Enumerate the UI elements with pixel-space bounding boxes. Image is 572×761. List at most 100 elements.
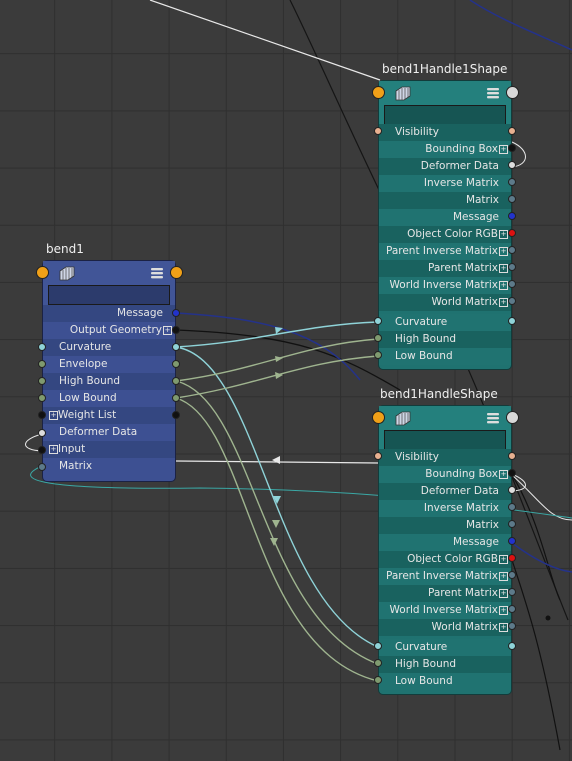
attr-curvature[interactable]: Curvature <box>43 339 175 356</box>
plug-worldmatrix-out[interactable] <box>508 622 516 630</box>
plug-input-in[interactable] <box>38 446 46 454</box>
plug-lowbound-in[interactable] <box>374 351 382 359</box>
menu-icon[interactable] <box>487 87 499 99</box>
plug-visibility-out[interactable] <box>508 127 516 135</box>
plug-inversematrix-out[interactable] <box>508 503 516 511</box>
attr-bounding-box[interactable]: Bounding Box + <box>379 466 511 483</box>
plug-visibility-in[interactable] <box>374 127 382 135</box>
attr-parent-matrix[interactable]: Parent Matrix + <box>379 585 511 602</box>
attr-output-geometry[interactable]: Output Geometry + <box>43 322 175 339</box>
expand-icon[interactable]: + <box>499 145 508 154</box>
plug-weightlist-in[interactable] <box>38 411 46 419</box>
plug-matrix-in[interactable] <box>38 463 46 471</box>
plug-output-geometry-out[interactable] <box>172 326 180 334</box>
attr-envelope[interactable]: Envelope <box>43 356 175 373</box>
attr-object-color-rgb[interactable]: Object Color RGB + <box>379 551 511 568</box>
attr-bounding-box[interactable]: Bounding Box + <box>379 141 511 158</box>
attr-low-bound[interactable]: Low Bound <box>43 390 175 407</box>
plug-deformerdata-out[interactable] <box>508 486 516 494</box>
attr-weight-list[interactable]: + Weight List <box>43 407 175 424</box>
attr-inverse-matrix[interactable]: Inverse Matrix <box>379 175 511 192</box>
attr-deformer-data[interactable]: Deformer Data <box>379 158 511 175</box>
attr-world-inverse-matrix[interactable]: World Inverse Matrix + <box>379 602 511 619</box>
output-port[interactable] <box>170 266 183 279</box>
attr-parent-inverse-matrix[interactable]: Parent Inverse Matrix + <box>379 243 511 260</box>
attr-curvature[interactable]: Curvature <box>379 314 511 331</box>
plug-envelope-in[interactable] <box>38 360 46 368</box>
plug-parentinversematrix-out[interactable] <box>508 571 516 579</box>
attr-matrix[interactable]: Matrix <box>43 458 175 475</box>
plug-curvature-in[interactable] <box>374 642 382 650</box>
attr-deformer-data[interactable]: Deformer Data <box>43 424 175 441</box>
plug-matrix-out[interactable] <box>508 520 516 528</box>
plug-lowbound-out[interactable] <box>172 394 180 402</box>
input-port[interactable] <box>36 266 49 279</box>
attr-message[interactable]: Message <box>379 209 511 226</box>
output-port[interactable] <box>506 86 519 99</box>
plug-curvature-in[interactable] <box>38 343 46 351</box>
attr-parent-inverse-matrix[interactable]: Parent Inverse Matrix + <box>379 568 511 585</box>
expand-icon[interactable]: + <box>499 247 508 256</box>
expand-icon[interactable]: + <box>49 445 58 454</box>
expand-icon[interactable]: + <box>499 298 508 307</box>
node-bend1handleshape[interactable]: Visibility Bounding Box + Deformer Data I… <box>378 405 512 695</box>
plug-parentmatrix-out[interactable] <box>508 588 516 596</box>
expand-icon[interactable]: + <box>499 589 508 598</box>
attr-parent-matrix[interactable]: Parent Matrix + <box>379 260 511 277</box>
attr-input[interactable]: + Input <box>43 441 175 458</box>
plug-curvature-out[interactable] <box>508 317 516 325</box>
input-port[interactable] <box>372 411 385 424</box>
plug-objectcolor-out[interactable] <box>508 554 516 562</box>
attr-high-bound[interactable]: High Bound <box>379 331 511 348</box>
plug-curvature-in[interactable] <box>374 317 382 325</box>
menu-icon[interactable] <box>151 267 163 279</box>
plug-curvature-out[interactable] <box>172 343 180 351</box>
attr-low-bound[interactable]: Low Bound <box>379 348 511 365</box>
attr-inverse-matrix[interactable]: Inverse Matrix <box>379 500 511 517</box>
plug-curvature-out[interactable] <box>508 642 516 650</box>
plug-highbound-in[interactable] <box>38 377 46 385</box>
attr-message[interactable]: Message <box>43 305 175 322</box>
expand-icon[interactable]: + <box>499 572 508 581</box>
node-header[interactable] <box>43 261 175 311</box>
plug-objectcolor-out[interactable] <box>508 229 516 237</box>
expand-icon[interactable]: + <box>499 264 508 273</box>
plug-inversematrix-out[interactable] <box>508 178 516 186</box>
menu-icon[interactable] <box>487 412 499 424</box>
expand-icon[interactable]: + <box>163 326 172 335</box>
plug-visibility-in[interactable] <box>374 452 382 460</box>
attr-message[interactable]: Message <box>379 534 511 551</box>
plug-lowbound-in[interactable] <box>374 676 382 684</box>
expand-icon[interactable]: + <box>499 555 508 564</box>
attr-visibility[interactable]: Visibility <box>379 449 511 466</box>
plug-matrix-out[interactable] <box>508 195 516 203</box>
plug-deformerdata-out[interactable] <box>508 161 516 169</box>
attr-low-bound[interactable]: Low Bound <box>379 673 511 690</box>
plug-weightlist-out[interactable] <box>172 411 180 419</box>
plug-envelope-out[interactable] <box>172 360 180 368</box>
node-name-field[interactable] <box>384 105 506 125</box>
output-port[interactable] <box>506 411 519 424</box>
expand-icon[interactable]: + <box>499 623 508 632</box>
attr-world-inverse-matrix[interactable]: World Inverse Matrix + <box>379 277 511 294</box>
plug-visibility-out[interactable] <box>508 452 516 460</box>
expand-icon[interactable]: + <box>499 281 508 290</box>
input-port[interactable] <box>372 86 385 99</box>
plug-lowbound-in[interactable] <box>38 394 46 402</box>
expand-icon[interactable]: + <box>499 606 508 615</box>
plug-worldmatrix-out[interactable] <box>508 297 516 305</box>
attr-deformer-data[interactable]: Deformer Data <box>379 483 511 500</box>
node-name-field[interactable] <box>48 285 170 305</box>
node-bend1handle1shape[interactable]: Visibility Bounding Box + Deformer Data I… <box>378 80 512 370</box>
attr-visibility[interactable]: Visibility <box>379 124 511 141</box>
attr-world-matrix[interactable]: World Matrix + <box>379 619 511 636</box>
plug-parentmatrix-out[interactable] <box>508 263 516 271</box>
attr-object-color-rgb[interactable]: Object Color RGB + <box>379 226 511 243</box>
plug-highbound-out[interactable] <box>172 377 180 385</box>
expand-icon[interactable]: + <box>49 411 58 420</box>
plug-parentinversematrix-out[interactable] <box>508 246 516 254</box>
attr-high-bound[interactable]: High Bound <box>43 373 175 390</box>
plug-worldinversematrix-out[interactable] <box>508 605 516 613</box>
attr-curvature[interactable]: Curvature <box>379 639 511 656</box>
plug-deformerdata-in[interactable] <box>38 429 46 437</box>
